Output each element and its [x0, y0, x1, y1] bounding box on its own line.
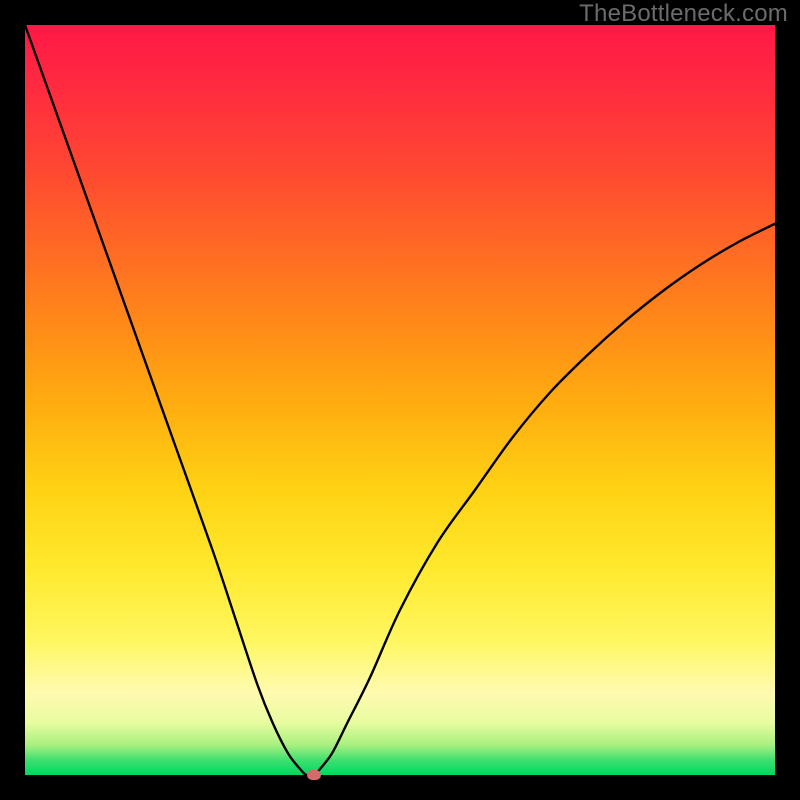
chart-frame: TheBottleneck.com — [0, 0, 800, 800]
curve-path — [25, 25, 775, 775]
plot-area — [25, 25, 775, 775]
bottleneck-curve — [25, 25, 775, 775]
optimum-marker — [307, 770, 321, 780]
watermark-text: TheBottleneck.com — [579, 0, 788, 28]
